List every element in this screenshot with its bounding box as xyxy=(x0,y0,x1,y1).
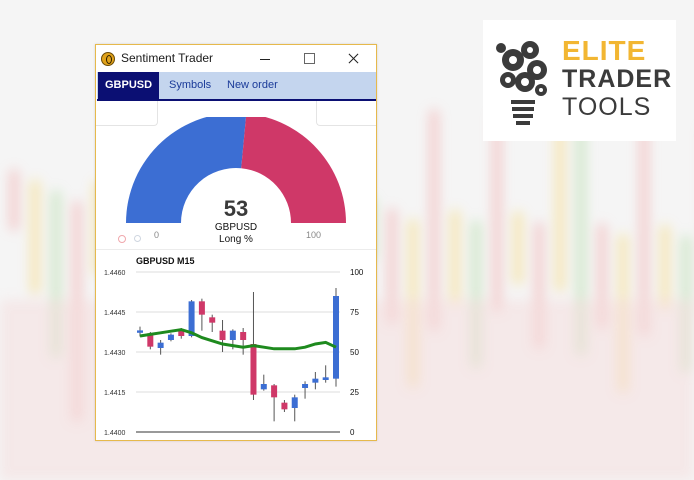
gauge-value: 53 xyxy=(223,196,249,221)
app-icon xyxy=(101,52,115,66)
gauge-max-label: 100 xyxy=(306,230,322,240)
tab-bar: GBPUSD Symbols New order xyxy=(97,72,376,101)
gauge-min-label: 0 xyxy=(154,230,160,240)
candle-body xyxy=(312,378,319,383)
title-bar[interactable]: Sentiment Trader xyxy=(96,45,376,72)
candle-body xyxy=(137,330,143,333)
alert-dot-icon xyxy=(118,235,126,243)
maximize-button[interactable] xyxy=(294,49,324,69)
price-tick-label: 1.4445 xyxy=(104,310,126,317)
info-dot-icon xyxy=(134,235,141,242)
tab-symbols[interactable]: Symbols xyxy=(169,72,211,99)
logo-text-tools: TOOLS xyxy=(562,93,652,121)
candle-body xyxy=(240,332,247,340)
price-tick-label: 1.4400 xyxy=(104,430,126,437)
sentiment-tick-label: 50 xyxy=(350,348,359,357)
minimize-button[interactable] xyxy=(250,49,280,69)
sentiment-tick-label: 0 xyxy=(350,428,355,437)
maximize-icon xyxy=(304,53,315,64)
minimize-icon xyxy=(260,59,270,60)
sentiment-trader-window: Sentiment Trader GBPUSD Symbols New orde… xyxy=(95,44,377,441)
candle-body xyxy=(260,384,267,390)
price-tick-label: 1.4460 xyxy=(104,270,126,277)
price-tick-label: 1.4415 xyxy=(104,390,126,397)
candle-body xyxy=(229,330,236,340)
logo-text-trader: TRADER xyxy=(562,65,673,93)
window-title: Sentiment Trader xyxy=(121,51,214,65)
candlestick-chart: 1.4460 100 1.4445 75 1.4430 50 1.4415 25 1.4400 0 xyxy=(104,268,364,437)
background-bar xyxy=(10,170,18,230)
sentiment-tick-label: 100 xyxy=(350,268,364,277)
candle-body xyxy=(167,334,174,340)
tab-new-order[interactable]: New order xyxy=(227,72,278,99)
candle-body xyxy=(198,301,205,315)
sentiment-tick-label: 75 xyxy=(350,308,359,317)
candle-body xyxy=(322,377,329,380)
gear-bulb-icon xyxy=(496,41,547,125)
price-tick-label: 1.4430 xyxy=(104,350,126,357)
candle-body xyxy=(291,397,298,408)
background-bar xyxy=(661,225,669,309)
elite-trader-tools-logo: ELITE TRADER TOOLS xyxy=(483,20,676,141)
background-bar xyxy=(451,210,459,304)
candle-body xyxy=(333,296,339,379)
candle-body xyxy=(209,317,216,323)
background-bar xyxy=(31,180,39,294)
tab-gbpusd[interactable]: GBPUSD xyxy=(98,72,160,99)
candle-body xyxy=(302,384,309,388)
chart-divider xyxy=(96,249,376,250)
background-bar xyxy=(430,110,438,330)
candle-body xyxy=(157,342,164,348)
candle-body xyxy=(250,344,257,395)
background-bar xyxy=(493,111,501,311)
close-button[interactable] xyxy=(338,49,368,69)
sentiment-tick-label: 25 xyxy=(350,388,359,397)
candle-body xyxy=(219,330,226,340)
background-bar xyxy=(514,212,522,284)
logo-text-elite: ELITE xyxy=(562,35,647,66)
candle-body xyxy=(271,385,278,398)
candle-body xyxy=(281,402,288,410)
gauge-label: Long % xyxy=(219,234,253,245)
gauge-symbol: GBPUSD xyxy=(214,222,258,233)
